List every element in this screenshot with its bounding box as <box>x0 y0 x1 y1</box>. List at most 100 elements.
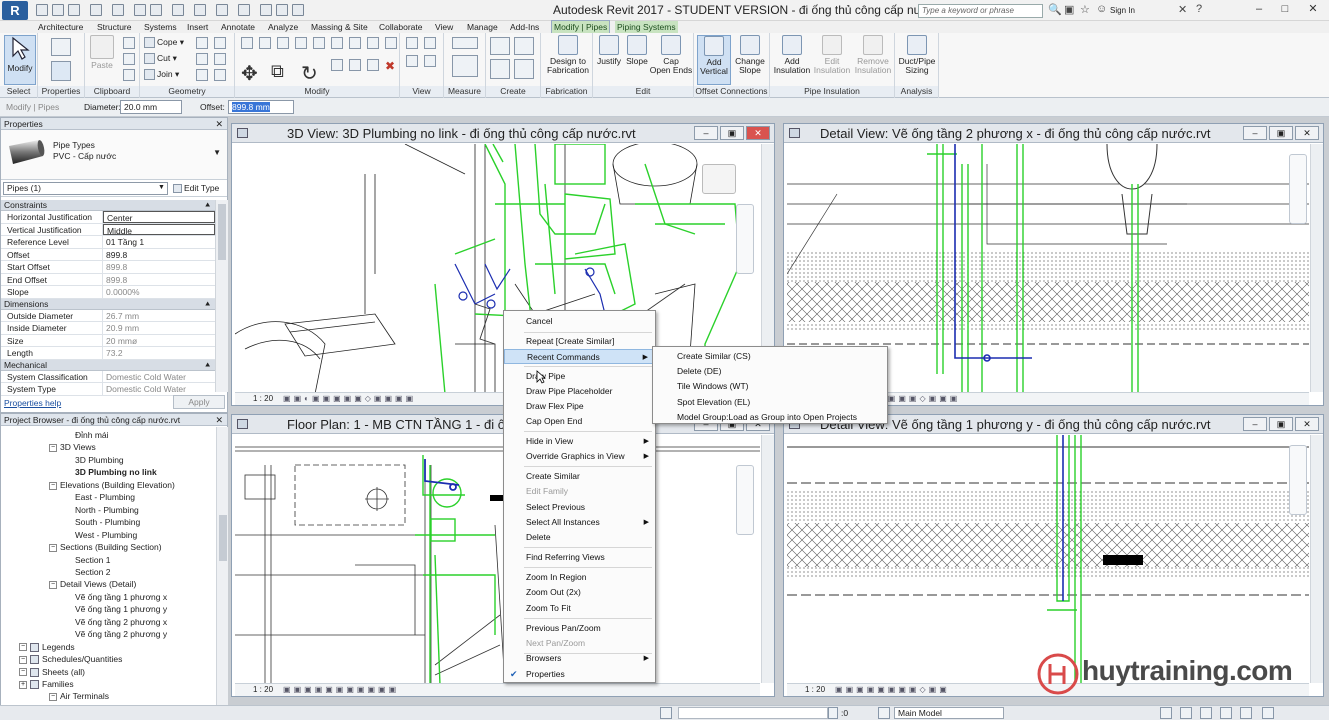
properties-scrollbar[interactable] <box>215 200 228 392</box>
measure-icon[interactable] <box>150 4 162 16</box>
browser-category-node[interactable]: − Detail Views (Detail) <box>49 579 136 589</box>
paste-button[interactable]: Paste <box>88 35 116 70</box>
create-assembly-icon[interactable] <box>490 37 510 55</box>
menu-item-override-graphics-in-view[interactable]: Override Graphics in View ▶ <box>504 449 655 464</box>
viewcube-icon[interactable] <box>702 164 736 194</box>
browser-category-node[interactable]: − Schedules/Quantities <box>19 654 122 665</box>
menu-item-delete[interactable]: Delete <box>504 530 655 545</box>
mirror-axis-icon[interactable] <box>277 37 289 49</box>
editing-requests-icon[interactable] <box>828 707 838 719</box>
menu-item-zoom-in-region[interactable]: Zoom In Region <box>504 570 655 585</box>
view-close-button[interactable]: ✕ <box>746 126 770 140</box>
menu-item-recent-commands[interactable]: Recent Commands ▶ <box>504 349 655 364</box>
close-button[interactable]: ✕ <box>1300 0 1326 18</box>
menu-item-find-referring-views[interactable]: Find Referring Views <box>504 550 655 565</box>
demolish-icon[interactable] <box>214 53 226 65</box>
instance-filter-select[interactable]: Pipes (1) <box>3 182 168 195</box>
browser-view-item[interactable]: Vẽ ống tầng 2 phương y <box>75 629 167 639</box>
cope-button[interactable]: Cope ▾ <box>144 37 184 49</box>
property-row[interactable]: Inside Diameter 20.9 mm <box>1 322 215 335</box>
override-graphics-icon[interactable] <box>424 37 436 49</box>
create-group-icon[interactable] <box>490 59 510 79</box>
add-vertical-button[interactable]: Add Vertical <box>697 35 731 85</box>
3d-view-icon[interactable] <box>216 4 228 16</box>
rotate-icon[interactable]: ↻ <box>301 61 318 86</box>
browser-view-item[interactable]: Vẽ ống tầng 2 phương x <box>75 617 167 627</box>
menu-item-draw-pipe[interactable]: Draw Pipe <box>504 369 655 384</box>
revit-app-menu-button[interactable]: R <box>2 1 28 20</box>
offset-icon[interactable] <box>259 37 271 49</box>
select-underlay-icon[interactable] <box>1180 707 1192 719</box>
select-panel-label[interactable]: Select <box>0 86 37 97</box>
menu-item-select-previous[interactable]: Select Previous <box>504 500 655 515</box>
tab-structure[interactable]: Structure <box>95 21 134 33</box>
move-icon[interactable]: ✥ <box>241 61 258 86</box>
menu-item-zoom-to-fit[interactable]: Zoom To Fit <box>504 601 655 616</box>
search-icon[interactable]: 🔍 <box>1048 3 1062 16</box>
view-scale[interactable]: 1 : 20 <box>805 685 825 694</box>
undo-icon[interactable] <box>90 4 102 16</box>
property-row[interactable]: System Type Domestic Cold Water <box>1 383 215 396</box>
apply-button[interactable]: Apply <box>173 395 225 409</box>
properties-help-link[interactable]: Properties help <box>4 398 61 408</box>
view-close-button[interactable]: ✕ <box>1295 417 1319 431</box>
minimize-button[interactable]: – <box>1246 0 1272 18</box>
exchange-icon[interactable]: ✕ <box>1178 3 1187 16</box>
view-filter-icon[interactable] <box>424 55 436 67</box>
tab-piping-systems[interactable]: Piping Systems <box>615 21 678 33</box>
chevron-down-icon[interactable]: ▼ <box>158 184 165 191</box>
sign-in-link[interactable]: Sign In <box>1110 6 1135 15</box>
menu-item-properties[interactable]: Properties ✔ <box>504 667 655 682</box>
browser-view-item[interactable]: Section 1 <box>75 555 110 565</box>
view-restore-button[interactable]: ▣ <box>720 126 744 140</box>
split-face-icon[interactable] <box>196 37 208 49</box>
text-icon[interactable] <box>194 4 206 16</box>
edit-insulation-button[interactable]: Edit Insulation <box>812 35 852 75</box>
remove-insulation-button[interactable]: Remove Insulation <box>852 35 894 75</box>
tab-architecture[interactable]: Architecture <box>36 21 85 33</box>
menu-item-cancel[interactable]: Cancel <box>504 314 655 329</box>
offset-select[interactable]: 899.8 mm <box>228 100 294 114</box>
property-row[interactable]: Reference Level 01 Tầng 1 <box>1 236 215 249</box>
subscription-icon[interactable]: ▣ <box>1064 3 1074 16</box>
menu-item-browsers[interactable]: Browsers ▶ <box>504 651 655 666</box>
redo-icon[interactable] <box>112 4 124 16</box>
diameter-select[interactable]: 20.0 mm <box>120 100 182 114</box>
property-row[interactable]: End Offset 899.8 <box>1 273 215 286</box>
view-restore-button[interactable]: ▣ <box>1269 126 1293 140</box>
browser-category-node[interactable]: − Air Terminals <box>49 691 109 701</box>
menu-item-select-all-instances[interactable]: Select All Instances ▶ <box>504 515 655 530</box>
recent-command-item[interactable]: Spot Elevation (EL) <box>653 395 887 410</box>
property-value[interactable]: 01 Tầng 1 <box>103 236 215 248</box>
edit-type-button[interactable]: Edit Type <box>173 183 219 194</box>
design-option-select[interactable]: Main Model <box>894 707 1004 719</box>
type-selector[interactable]: Pipe Types PVC - Cấp nước ▼ <box>1 130 227 180</box>
select-by-face-icon[interactable] <box>1220 707 1232 719</box>
tab-view[interactable]: View <box>433 21 455 33</box>
browser-category-node[interactable]: −3D Views <box>49 442 96 452</box>
print-icon[interactable] <box>134 4 146 16</box>
navigation-bar[interactable] <box>1289 154 1307 224</box>
navigation-bar[interactable] <box>736 465 754 535</box>
delete-icon[interactable]: ✖ <box>385 59 395 73</box>
mirror-draw-icon[interactable] <box>295 37 307 49</box>
recent-command-item[interactable]: Create Similar (CS) <box>653 349 887 364</box>
view-scrollbar[interactable] <box>761 435 774 683</box>
menu-item-hide-in-view[interactable]: Hide in View ▶ <box>504 434 655 449</box>
add-insulation-button[interactable]: Add Insulation <box>772 35 812 75</box>
recent-command-item[interactable]: Tile Windows (WT) <box>653 379 887 394</box>
property-row[interactable]: Slope 0.0000% <box>1 286 215 299</box>
select-pinned-icon[interactable] <box>1200 707 1212 719</box>
align-icon[interactable] <box>241 37 253 49</box>
workset-select[interactable] <box>678 707 828 719</box>
view-minimize-button[interactable]: – <box>694 126 718 140</box>
remove-paint-icon[interactable] <box>214 69 226 81</box>
justify-button[interactable]: Justify <box>595 35 623 66</box>
scale-icon[interactable] <box>349 59 361 71</box>
hide-view-icon[interactable] <box>406 37 418 49</box>
pin-icon[interactable] <box>385 37 397 49</box>
cap-open-ends-button[interactable]: Cap Open Ends <box>649 35 693 75</box>
sync-icon[interactable] <box>68 4 80 16</box>
paint-icon[interactable] <box>214 37 226 49</box>
property-group-header[interactable]: Dimensions ⯅ <box>1 298 215 310</box>
